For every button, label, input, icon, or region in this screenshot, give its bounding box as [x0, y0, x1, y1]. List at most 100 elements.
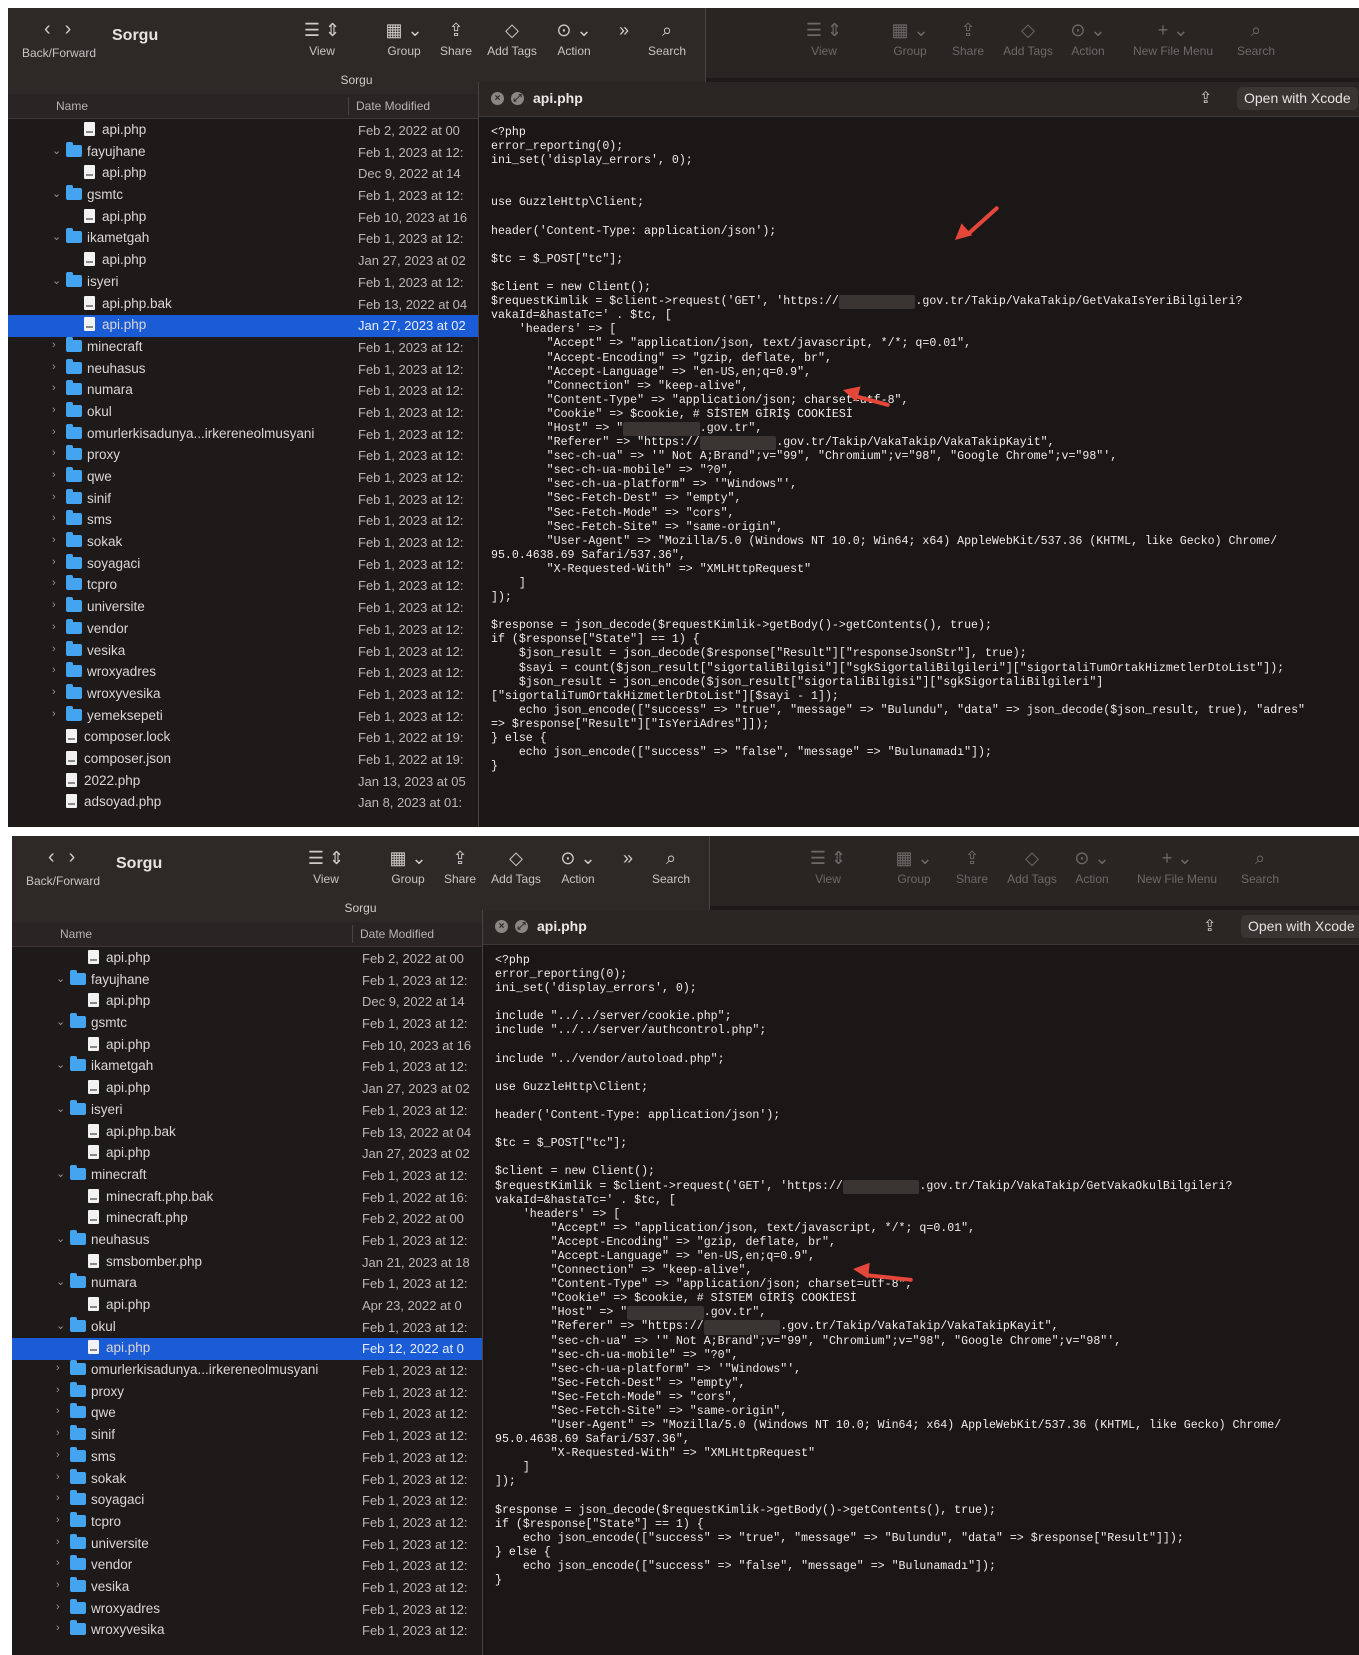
disclosure-collapsed-icon[interactable]: › [52, 577, 56, 589]
disclosure-collapsed-icon[interactable]: › [56, 1471, 60, 1483]
disclosure-expanded-icon[interactable]: ⌄ [56, 1232, 65, 1245]
folder-row[interactable]: ⌄ fayujhane Feb 1, 2023 at 12: [12, 969, 482, 992]
folder-row[interactable]: › proxy Feb 1, 2023 at 12: [8, 445, 478, 467]
disclosure-collapsed-icon[interactable]: › [56, 1362, 60, 1374]
folder-row[interactable]: ⌄ isyeri Feb 1, 2023 at 12: [8, 271, 478, 294]
file-row[interactable]: composer.lock Feb 1, 2022 at 19: [8, 727, 478, 749]
date-column-header[interactable]: Date Modified [356, 99, 430, 113]
add-tags-button-background[interactable]: ◇ Add Tags [1000, 844, 1064, 886]
file-row[interactable]: minecraft.php Feb 2, 2022 at 00 [12, 1208, 482, 1230]
file-row[interactable]: api.php Dec 9, 2022 at 14 [12, 991, 482, 1013]
disclosure-collapsed-icon[interactable]: › [52, 599, 56, 611]
file-row[interactable]: api.php Feb 2, 2022 at 00 [8, 120, 478, 142]
file-row[interactable]: api.php Feb 10, 2023 at 16 [8, 207, 478, 229]
share-button[interactable]: ⇪ Share [440, 844, 480, 900]
disclosure-collapsed-icon[interactable]: › [52, 339, 56, 351]
disclosure-collapsed-icon[interactable]: › [56, 1449, 60, 1461]
folder-row[interactable]: › sinif Feb 1, 2023 at 12: [12, 1425, 482, 1447]
disclosure-collapsed-icon[interactable]: › [56, 1405, 60, 1417]
disclosure-collapsed-icon[interactable]: › [52, 686, 56, 698]
chevron-right-icon[interactable]: › [65, 18, 86, 40]
view-button-background[interactable]: ☰ ⇕ View [808, 844, 848, 886]
folder-row[interactable]: › proxy Feb 1, 2023 at 12: [12, 1381, 482, 1404]
disclosure-expanded-icon[interactable]: ⌄ [52, 187, 61, 200]
folder-row[interactable]: ⌄ isyeri Feb 1, 2023 at 12: [12, 1099, 482, 1122]
file-row[interactable]: api.php Jan 27, 2023 at 02 [12, 1078, 482, 1100]
disclosure-expanded-icon[interactable]: ⌄ [56, 972, 65, 985]
folder-row[interactable]: › tcpro Feb 1, 2023 at 12: [8, 575, 478, 597]
action-button[interactable]: ⊙ ⌄ Action [548, 16, 600, 72]
folder-row[interactable]: › omurlerkisadunya...irkereneolmusyani Feb… [8, 423, 478, 446]
folder-row[interactable]: ⌄ neuhasus Feb 1, 2023 at 12: [12, 1229, 482, 1252]
folder-row[interactable]: › soyagaci Feb 1, 2023 at 12: [8, 553, 478, 576]
file-row[interactable]: api.php Feb 12, 2022 at 0 [12, 1338, 482, 1361]
disclosure-expanded-icon[interactable]: ⌄ [56, 1167, 65, 1180]
name-column-header[interactable]: Name [60, 927, 92, 941]
folder-row[interactable]: › sokak Feb 1, 2023 at 12: [12, 1468, 482, 1491]
close-icon[interactable]: × [495, 920, 508, 933]
more-toolbar-button[interactable]: » [616, 844, 640, 900]
search-button-background[interactable]: ⌕ Search [1234, 16, 1278, 58]
disclosure-expanded-icon[interactable]: ⌄ [52, 274, 61, 287]
folder-row[interactable]: ⌄ ikametgah Feb 1, 2023 at 12: [8, 228, 478, 250]
search-button[interactable]: ⌕ Search [644, 16, 690, 72]
folder-row[interactable]: › okul Feb 1, 2023 at 12: [8, 401, 478, 424]
folder-row[interactable]: › qwe Feb 1, 2023 at 12: [12, 1403, 482, 1425]
group-button-background[interactable]: ▦ ⌄ Group [890, 844, 938, 886]
folder-row[interactable]: › tcpro Feb 1, 2023 at 12: [12, 1511, 482, 1534]
view-button[interactable]: ☰ ⇕ View [306, 844, 346, 900]
search-button-background[interactable]: ⌕ Search [1238, 844, 1282, 886]
name-column-header[interactable]: Name [56, 99, 88, 113]
chevron-left-icon[interactable]: ‹ [48, 846, 69, 868]
folder-row[interactable]: › sokak Feb 1, 2023 at 12: [8, 532, 478, 554]
file-row[interactable]: api.php Apr 23, 2022 at 0 [12, 1295, 482, 1317]
group-button[interactable]: ▦ ⌄ Group [384, 844, 432, 900]
folder-row[interactable]: › wroxyadres Feb 1, 2023 at 12: [8, 662, 478, 684]
file-row[interactable]: api.php.bak Feb 13, 2022 at 04 [12, 1122, 482, 1144]
folder-row[interactable]: › sinif Feb 1, 2023 at 12: [8, 488, 478, 511]
disclosure-collapsed-icon[interactable]: › [56, 1492, 60, 1504]
folder-row[interactable]: › vesika Feb 1, 2023 at 12: [8, 640, 478, 663]
view-button-background[interactable]: ☰ ⇕ View [804, 16, 844, 58]
disclosure-expanded-icon[interactable]: ⌄ [56, 1102, 65, 1115]
action-button-background[interactable]: ⊙ ⌄ Action [1066, 844, 1118, 886]
folder-row[interactable]: › yemeksepeti Feb 1, 2023 at 12: [8, 705, 478, 728]
disclosure-collapsed-icon[interactable]: › [56, 1514, 60, 1526]
folder-row[interactable]: ⌄ minecraft Feb 1, 2023 at 12: [12, 1164, 482, 1187]
chevron-right-icon[interactable]: › [69, 846, 90, 868]
back-forward-arrows[interactable]: ‹› [48, 846, 89, 869]
share-button-background[interactable]: ⇪ Share [948, 16, 988, 58]
folder-row[interactable]: › universite Feb 1, 2023 at 12: [12, 1533, 482, 1556]
folder-row[interactable]: ⌄ okul Feb 1, 2023 at 12: [12, 1316, 482, 1339]
more-toolbar-button[interactable]: » [612, 16, 636, 72]
share-button[interactable]: ⇪ Share [436, 16, 476, 72]
folder-row[interactable]: ⌄ numara Feb 1, 2023 at 12: [12, 1273, 482, 1295]
file-row[interactable]: minecraft.php.bak Feb 1, 2022 at 16: [12, 1187, 482, 1209]
column-divider[interactable] [352, 925, 353, 943]
disclosure-expanded-icon[interactable]: ⌄ [52, 144, 61, 157]
group-button[interactable]: ▦ ⌄ Group [380, 16, 428, 72]
folder-row[interactable]: ⌄ fayujhane Feb 1, 2023 at 12: [8, 141, 478, 164]
share-icon[interactable]: ⇪ [1203, 916, 1216, 936]
disclosure-collapsed-icon[interactable]: › [56, 1579, 60, 1591]
disclosure-collapsed-icon[interactable]: › [52, 426, 56, 438]
file-row[interactable]: 2022.php Jan 13, 2023 at 05 [8, 771, 478, 793]
folder-row[interactable]: › universite Feb 1, 2023 at 12: [8, 597, 478, 619]
folder-row[interactable]: ⌄ ikametgah Feb 1, 2023 at 12: [12, 1056, 482, 1078]
disclosure-collapsed-icon[interactable]: › [56, 1622, 60, 1634]
disclosure-collapsed-icon[interactable]: › [56, 1384, 60, 1396]
folder-row[interactable]: ⌄ gsmtc Feb 1, 2023 at 12: [12, 1013, 482, 1035]
view-button[interactable]: ☰ ⇕ View [302, 16, 342, 72]
close-icon[interactable]: × [491, 92, 504, 105]
folder-row[interactable]: › wroxyvesika Feb 1, 2023 at 12: [8, 683, 478, 706]
folder-row[interactable]: › wroxyvesika Feb 1, 2023 at 12: [12, 1620, 482, 1642]
disclosure-expanded-icon[interactable]: ⌄ [56, 1275, 65, 1288]
back-forward-arrows[interactable]: ‹› [44, 18, 85, 41]
action-button-background[interactable]: ⊙ ⌄ Action [1062, 16, 1114, 58]
disclosure-collapsed-icon[interactable]: › [52, 664, 56, 676]
share-icon[interactable]: ⇪ [1199, 88, 1212, 108]
disclosure-expanded-icon[interactable]: ⌄ [56, 1319, 65, 1332]
file-row[interactable]: composer.json Feb 1, 2022 at 19: [8, 749, 478, 771]
search-button[interactable]: ⌕ Search [648, 844, 694, 900]
disclosure-collapsed-icon[interactable]: › [56, 1536, 60, 1548]
